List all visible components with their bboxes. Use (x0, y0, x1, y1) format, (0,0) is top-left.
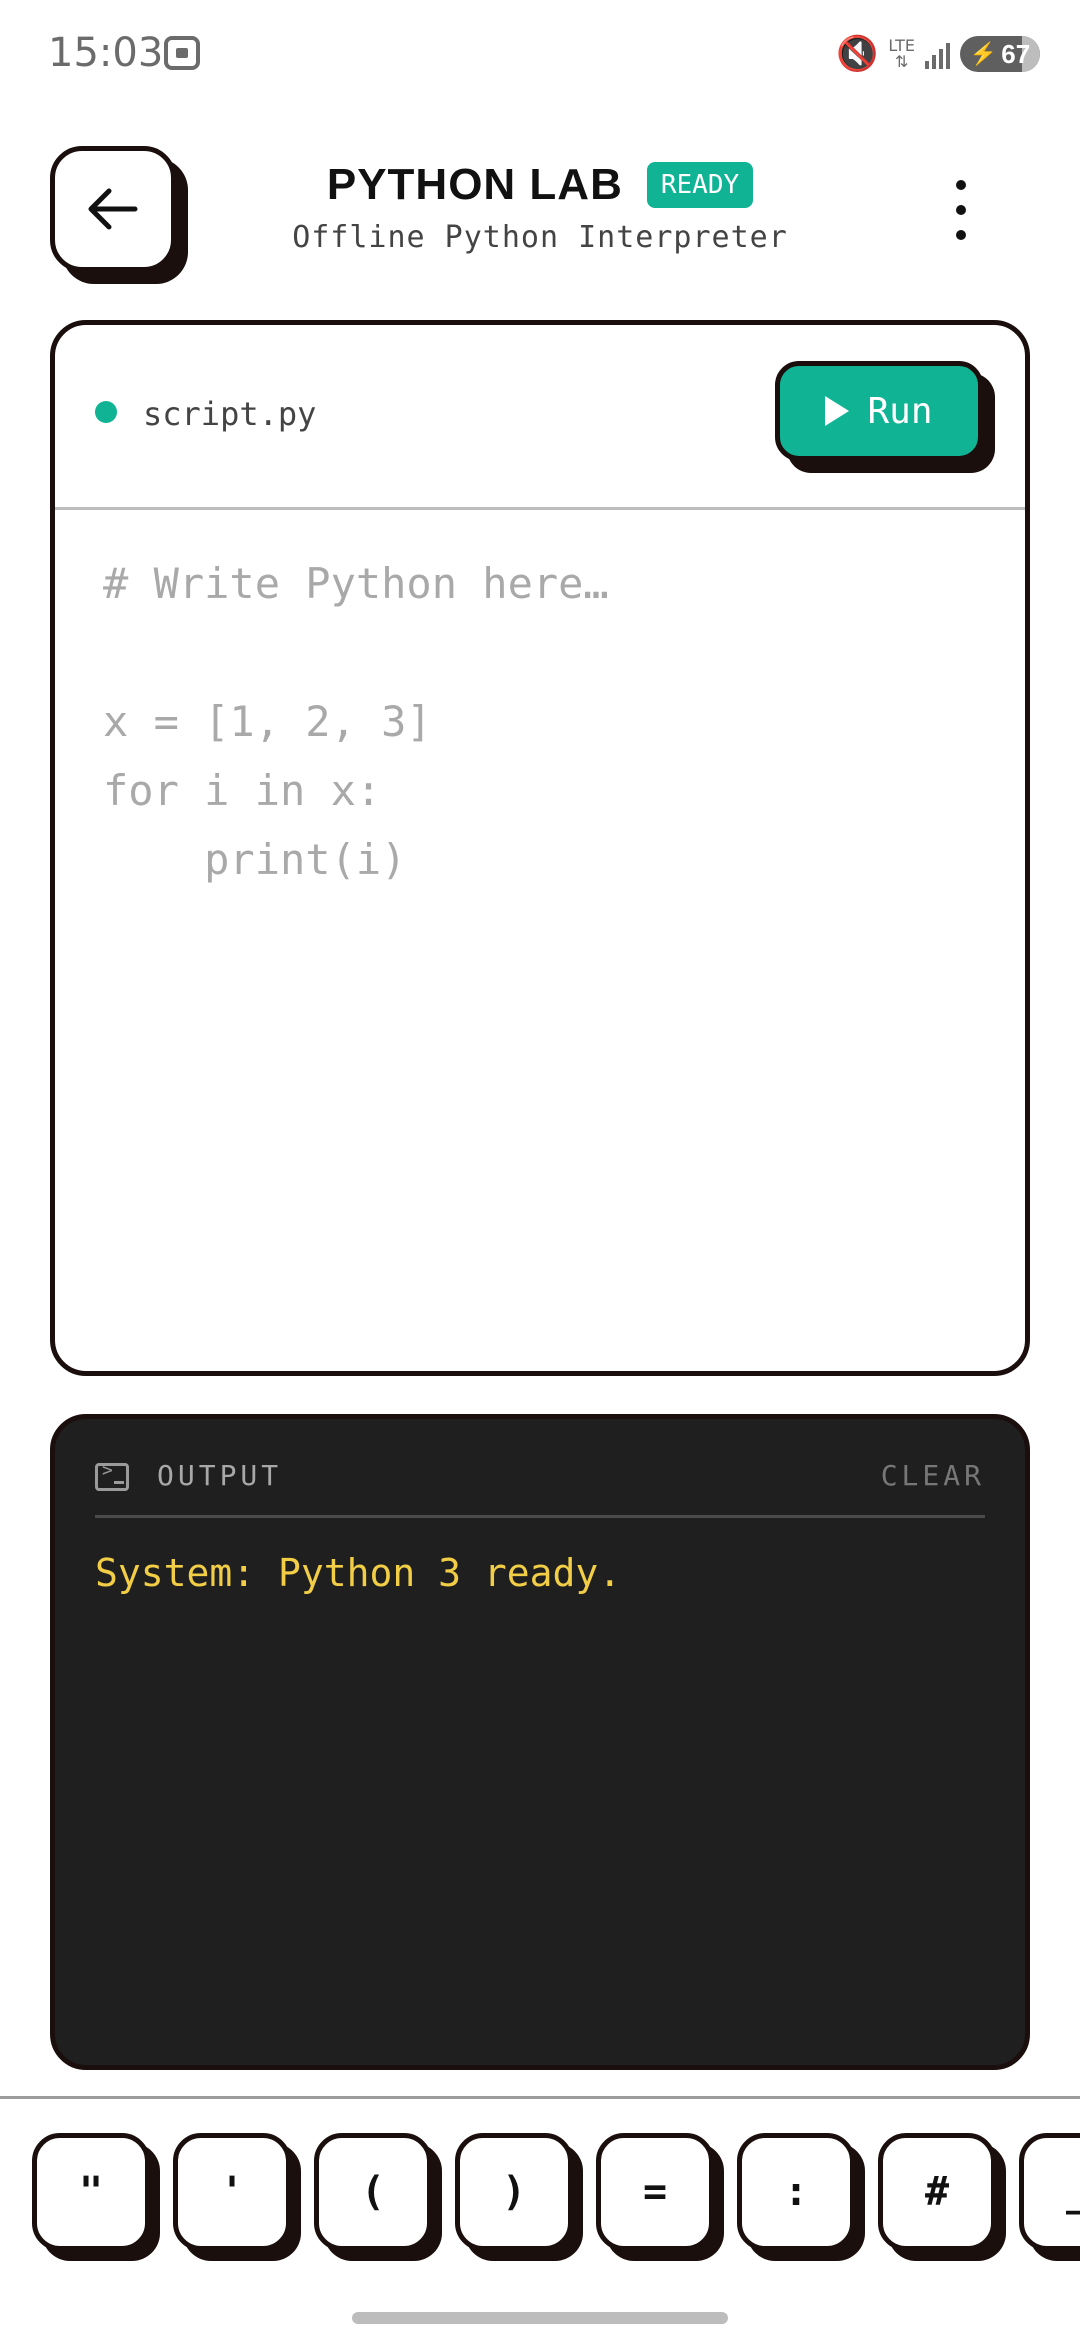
code-placeholder-line: # Write Python here… (103, 559, 609, 608)
code-placeholder-line: print(i) (103, 835, 407, 884)
play-icon (825, 396, 850, 426)
symbol-key-colon[interactable]: : (737, 2133, 855, 2251)
symbol-key-equals[interactable]: = (596, 2133, 714, 2251)
symbol-key-hash[interactable]: # (878, 2133, 996, 2251)
editor-header: script.py Run (55, 325, 1025, 510)
mute-icon: 🔇 (836, 35, 879, 73)
symbol-key-open-paren[interactable]: ( (314, 2133, 432, 2251)
symbol-toolbar: " ' ( ) = : # _ (0, 2096, 1080, 2279)
output-panel: OUTPUT CLEAR System: Python 3 ready. (50, 1414, 1030, 2070)
code-placeholder-line: for i in x: (103, 766, 382, 815)
symbol-key-close-paren[interactable]: ) (455, 2133, 573, 2251)
output-line: System: Python 3 ready. (95, 1551, 622, 1595)
screen-record-icon (164, 36, 200, 70)
symbol-key-single-quote[interactable]: ' (173, 2133, 291, 2251)
app-subtitle: Offline Python Interpreter (292, 220, 788, 255)
status-bar: 15:03 🔇 LTE ⇅ ⚡ 67 (0, 0, 1080, 110)
output-header: OUTPUT CLEAR (95, 1459, 985, 1518)
battery-level: 67 (1001, 38, 1031, 69)
file-status-dot (95, 401, 117, 423)
app-title: PYTHON LAB (326, 160, 623, 209)
code-placeholder-line (103, 618, 985, 687)
status-badge: READY (646, 162, 754, 208)
terminal-icon (95, 1460, 129, 1491)
code-placeholder-line: x = [1, 2, 3] (103, 697, 432, 746)
run-button[interactable]: Run (775, 361, 983, 461)
symbol-key-double-quote[interactable]: " (32, 2133, 150, 2251)
run-label: Run (867, 390, 933, 432)
charging-icon: ⚡ (969, 41, 998, 66)
network-type: LTE (888, 36, 915, 55)
status-time: 15:03 (48, 30, 164, 76)
title-row: PYTHON LAB READY (0, 160, 1080, 210)
file-name: script.py (143, 395, 317, 433)
battery-icon: ⚡ 67 (960, 36, 1040, 72)
code-editor[interactable]: # Write Python here… x = [1, 2, 3] for i… (103, 549, 985, 1331)
signal-icon (925, 39, 950, 69)
home-indicator[interactable] (352, 2312, 728, 2324)
clear-button[interactable]: CLEAR (881, 1459, 985, 1492)
editor-card: script.py Run # Write Python here… x = [… (50, 320, 1030, 1376)
more-vert-icon (956, 180, 966, 190)
symbol-key-underscore[interactable]: _ (1019, 2133, 1080, 2251)
status-icons: 🔇 LTE ⇅ ⚡ 67 (836, 34, 1040, 74)
more-options-button[interactable] (944, 180, 978, 240)
output-title: OUTPUT (157, 1459, 283, 1492)
lte-icon: LTE ⇅ (888, 36, 915, 71)
